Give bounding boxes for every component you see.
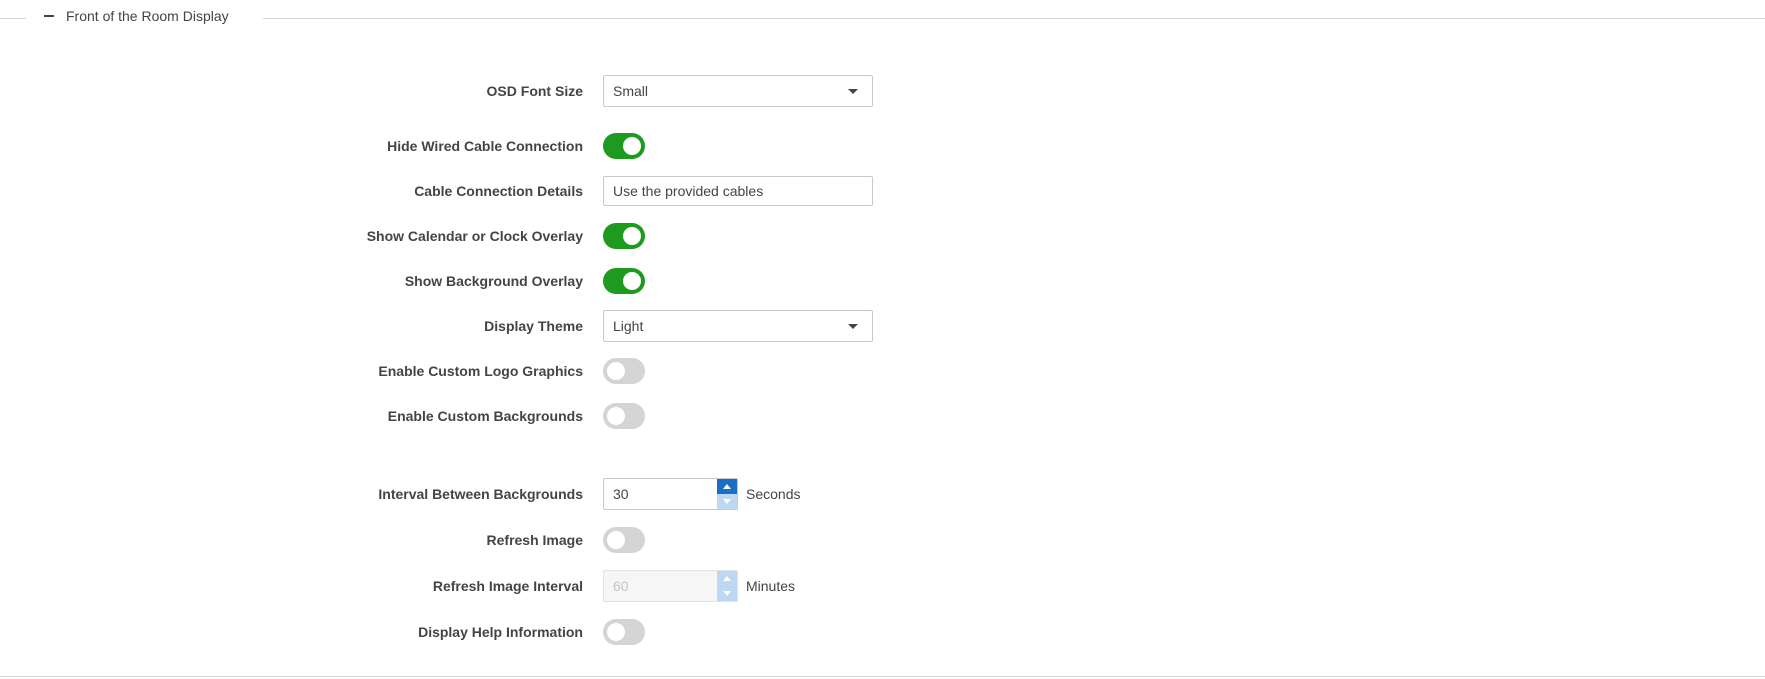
hide-wired-cable-row: Hide Wired Cable Connection [0,131,1765,161]
show-calendar-clock-row: Show Calendar or Clock Overlay [0,221,1765,251]
arrow-up-icon [723,576,731,581]
enable-custom-logo-label: Enable Custom Logo Graphics [378,363,583,379]
caret-down-icon [848,323,858,329]
interval-between-backgrounds-row: Interval Between Backgrounds Seconds [0,478,1765,510]
enable-custom-backgrounds-toggle[interactable] [603,403,645,429]
spin-up-button[interactable] [717,571,737,586]
display-theme-select[interactable]: Light [603,310,873,342]
display-theme-value: Light [613,318,644,334]
caret-down-icon [848,88,858,94]
front-of-room-display-section: Front of the Room Display OSD Font Size … [0,0,1765,679]
enable-custom-logo-row: Enable Custom Logo Graphics [0,356,1765,386]
section-title: Front of the Room Display [66,8,229,24]
cable-connection-details-input[interactable] [603,176,873,206]
display-help-information-row: Display Help Information [0,617,1765,647]
show-calendar-clock-label: Show Calendar or Clock Overlay [366,228,583,244]
spin-up-button[interactable] [717,479,737,494]
toggle-knob [623,272,641,290]
enable-custom-logo-toggle[interactable] [603,358,645,384]
refresh-image-interval-label: Refresh Image Interval [432,578,583,594]
interval-between-backgrounds-input[interactable] [604,479,718,509]
section-divider-left [0,18,26,19]
osd-font-size-label: OSD Font Size [486,83,583,99]
toggle-knob [623,137,641,155]
enable-custom-backgrounds-row: Enable Custom Backgrounds [0,401,1765,431]
interval-between-backgrounds-spinner [603,478,738,510]
refresh-image-label: Refresh Image [486,532,583,548]
hide-wired-cable-label: Hide Wired Cable Connection [387,138,583,154]
section-legend[interactable]: Front of the Room Display [44,8,229,24]
osd-font-size-select[interactable]: Small [603,75,873,107]
display-help-information-toggle[interactable] [603,619,645,645]
section-bottom-divider [0,676,1765,677]
display-theme-label: Display Theme [484,318,583,334]
refresh-image-toggle[interactable] [603,527,645,553]
show-calendar-clock-toggle[interactable] [603,223,645,249]
display-theme-row: Display Theme Light [0,310,1765,342]
refresh-image-interval-spinner [603,570,738,602]
toggle-knob [607,407,625,425]
cable-connection-details-row: Cable Connection Details [0,176,1765,206]
interval-unit: Seconds [746,486,801,502]
osd-font-size-value: Small [613,83,649,99]
toggle-knob [607,531,625,549]
toggle-knob [623,227,641,245]
osd-font-size-row: OSD Font Size Small [0,75,1765,107]
arrow-down-icon [723,591,731,596]
refresh-image-interval-row: Refresh Image Interval Minutes [0,570,1765,602]
show-background-overlay-row: Show Background Overlay [0,266,1765,296]
refresh-image-row: Refresh Image [0,525,1765,555]
display-help-information-label: Display Help Information [418,624,583,640]
spin-down-button[interactable] [717,494,737,509]
arrow-up-icon [723,484,731,489]
minus-icon[interactable] [44,15,54,17]
spin-down-button[interactable] [717,586,737,601]
cable-connection-details-label: Cable Connection Details [414,183,583,199]
interval-between-backgrounds-label: Interval Between Backgrounds [378,486,583,502]
show-background-overlay-toggle[interactable] [603,268,645,294]
toggle-knob [607,623,625,641]
show-background-overlay-label: Show Background Overlay [404,273,583,289]
arrow-down-icon [723,499,731,504]
hide-wired-cable-toggle[interactable] [603,133,645,159]
toggle-knob [607,362,625,380]
enable-custom-backgrounds-label: Enable Custom Backgrounds [387,408,583,424]
refresh-image-interval-input[interactable] [604,571,718,601]
refresh-interval-unit: Minutes [746,578,796,594]
section-divider-right [263,18,1765,19]
